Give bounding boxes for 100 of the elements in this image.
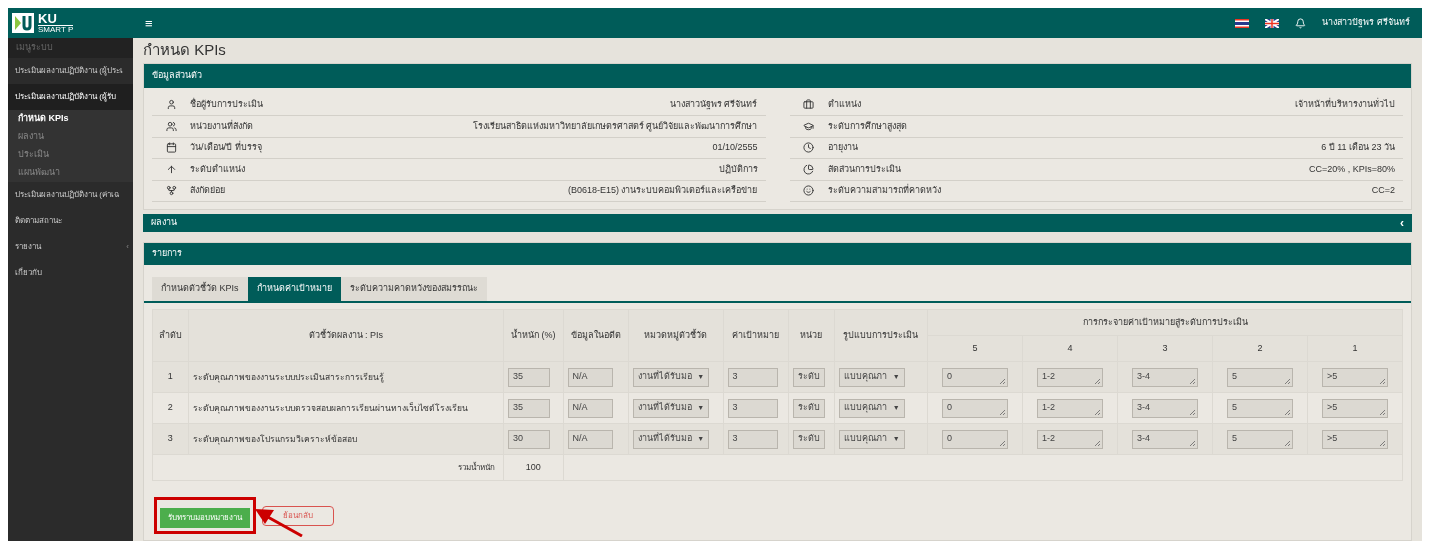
target-level-field[interactable]: 5 <box>1227 398 1293 418</box>
sidebar-item[interactable]: ประเมินผลงานปฏิบัติงาน (ผู้ประเ <box>8 58 133 84</box>
info-label: ตำแหน่ง <box>827 98 861 111</box>
info-value: โรงเรียนสาธิตแห่งมหาวิทยาลัยเกษตรศาสตร์ ศูนย์วิจัยและพัฒนาการศึกษา <box>473 119 758 133</box>
resize-grip-icon <box>1094 408 1101 416</box>
column-header: หมวดหมู่ตัวชี้วัด <box>628 309 723 362</box>
target-level-field[interactable]: 5 <box>1227 429 1293 449</box>
unit-field[interactable]: ระดับ <box>793 367 826 387</box>
group-icon <box>165 120 177 132</box>
target-level-field[interactable]: 0 <box>942 429 1008 449</box>
weight-field[interactable]: 35 <box>508 367 551 387</box>
panel-header: ข้อมูลส่วนตัว <box>144 63 1411 88</box>
column-header: ข้อมูลในอดีต <box>563 309 629 362</box>
info-label: ระดับการศึกษาสูงสุด <box>827 119 907 133</box>
info-label: วัน/เดือน/ปี ที่บรรจุ <box>190 141 262 155</box>
user-name[interactable]: นางสาวปัฐพร ศรีจันทร์ <box>1322 16 1410 30</box>
menu-toggle[interactable]: ≡ <box>145 16 153 30</box>
resize-grip-icon <box>999 439 1006 447</box>
unit-field[interactable]: ระดับ <box>793 398 826 418</box>
weight-field[interactable]: 35 <box>508 398 551 418</box>
target-level-field[interactable]: 1-2 <box>1037 398 1103 418</box>
panel-header[interactable]: ผลงาน ‹ <box>143 214 1412 232</box>
notification-bell-icon[interactable] <box>1295 17 1307 29</box>
info-label: ระดับตำแหน่ง <box>190 162 245 176</box>
target-level-field[interactable]: 3-4 <box>1132 367 1198 387</box>
tab[interactable]: กำหนดค่าเป้าหมาย <box>247 277 341 301</box>
sidebar-subitem[interactable]: ประเมิน <box>8 146 133 164</box>
history-field[interactable]: N/A <box>567 398 613 418</box>
history-field[interactable]: N/A <box>567 367 613 387</box>
briefcase-icon <box>803 99 814 111</box>
sidebar-item[interactable]: ประเมินผลงานปฏิบัติงาน (ผู้รับ <box>8 84 133 110</box>
sidebar-item[interactable]: รายงาน ‹ <box>8 234 133 260</box>
arrow-up-icon <box>165 163 177 175</box>
sidebar-item[interactable]: ประเมินผลงานปฏิบัติงาน (ค่าเฉ <box>8 182 133 208</box>
sidebar-heading: เมนูระบบ <box>8 38 133 58</box>
column-header: หน่วย <box>788 309 835 362</box>
resize-grip-icon <box>1189 408 1196 416</box>
clock-icon <box>803 142 814 154</box>
level-header: 4 <box>1022 335 1118 362</box>
target-field[interactable]: 3 <box>727 398 778 418</box>
resize-grip-icon <box>999 408 1006 416</box>
column-header: ลำดับ <box>152 309 189 362</box>
sidebar-subitem[interactable]: กำหนด KPIs <box>8 110 133 128</box>
column-header: น้ำหนัก (%) <box>503 309 564 362</box>
level-header: 5 <box>927 335 1023 362</box>
history-field[interactable]: N/A <box>567 429 613 449</box>
target-level-field[interactable]: 1-2 <box>1037 367 1103 387</box>
target-level-field[interactable]: 3-4 <box>1132 429 1198 449</box>
total-value: 100 <box>503 454 564 481</box>
table-cell: 2 <box>152 392 189 424</box>
user-icon <box>165 99 177 111</box>
pie-chart-icon <box>803 163 814 175</box>
level-header: 3 <box>1117 335 1213 362</box>
sidebar-item[interactable]: ติดตามสถานะ <box>8 208 133 234</box>
panel-header: รายการ <box>144 243 1411 265</box>
resize-grip-icon <box>1189 377 1196 385</box>
tab[interactable]: กำหนดตัวชี้วัด KPIs <box>152 277 248 301</box>
info-value: CC=20% , KPIs=80% <box>1308 162 1395 176</box>
column-header: ตัวชี้วัดผลงาน : PIs <box>188 309 504 362</box>
info-value: CC=2 <box>1371 184 1395 197</box>
info-value: นางสาวนัฐพร ศรีจันทร์ <box>670 98 758 112</box>
unit-field[interactable]: ระดับ <box>793 429 826 449</box>
graduation-cap-icon <box>803 120 814 132</box>
weight-field[interactable]: 30 <box>508 429 551 449</box>
target-level-field[interactable]: >5 <box>1322 398 1388 418</box>
logo-icon <box>12 13 34 33</box>
resize-grip-icon <box>1284 439 1291 447</box>
resize-grip-icon <box>1379 377 1386 385</box>
thai-flag-icon[interactable] <box>1235 18 1250 28</box>
sidebar-item[interactable]: เกี่ยวกับ <box>8 260 133 286</box>
table-cell: ระดับคุณภาพของงานระบบตรวจสอบผลการเรียนผ่านทางเว็บไซต์โรงเรียน <box>188 392 504 424</box>
target-level-field[interactable]: 5 <box>1227 367 1293 387</box>
target-level-field[interactable]: 1-2 <box>1037 429 1103 449</box>
logo-subtitle: SMART P <box>38 25 74 34</box>
info-value: ปฏิบัติการ <box>718 162 758 176</box>
info-label: ระดับความสามารถที่คาดหวัง <box>827 184 941 197</box>
target-level-field[interactable]: >5 <box>1322 429 1388 449</box>
column-header: ค่าเป้าหมาย <box>723 309 789 362</box>
column-group-header: การกระจายค่าเป้าหมายสู่ระดับการประเมิน <box>927 309 1403 336</box>
smiley-icon <box>803 185 814 197</box>
info-label: อายุงาน <box>827 141 858 155</box>
table-cell: 1 <box>152 361 189 393</box>
resize-grip-icon <box>1284 377 1291 385</box>
resize-grip-icon <box>1094 439 1101 447</box>
tab[interactable]: ระดับความคาดหวังของสมรรถนะ <box>340 277 487 301</box>
total-label: รวมน้ำหนัก <box>152 454 504 481</box>
info-value: 6 ปี 11 เดือน 23 วัน <box>1321 141 1395 154</box>
uk-flag-icon[interactable] <box>1265 18 1280 28</box>
target-level-field[interactable]: >5 <box>1322 367 1388 387</box>
sidebar-subitem[interactable]: แผนพัฒนา <box>8 164 133 182</box>
resize-grip-icon <box>1189 439 1196 447</box>
target-level-field[interactable]: 3-4 <box>1132 398 1198 418</box>
sidebar-subitem[interactable]: ผลงาน <box>8 128 133 146</box>
target-level-field[interactable]: 0 <box>942 398 1008 418</box>
target-field[interactable]: 3 <box>727 429 778 449</box>
calendar-icon <box>165 142 177 154</box>
target-field[interactable]: 3 <box>727 367 778 387</box>
target-level-field[interactable]: 0 <box>942 367 1008 387</box>
resize-grip-icon <box>1284 408 1291 416</box>
info-value: เจ้าหน้าที่บริหารงานทั่วไป <box>1295 98 1395 111</box>
